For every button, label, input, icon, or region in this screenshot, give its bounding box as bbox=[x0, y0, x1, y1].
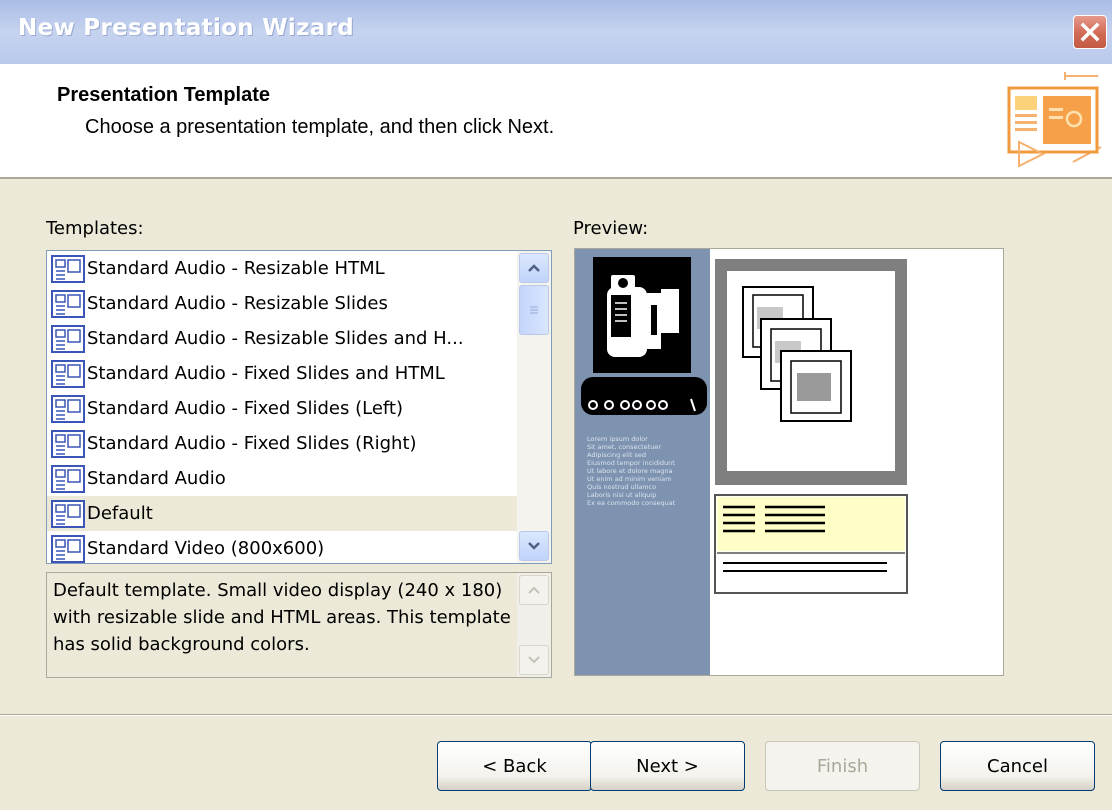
list-item-label: Standard Audio - Fixed Slides (Left) bbox=[87, 398, 404, 419]
scroll-down-button[interactable] bbox=[519, 531, 549, 561]
template-icon bbox=[51, 499, 85, 528]
templates-scrollbar[interactable] bbox=[517, 251, 551, 563]
template-icon bbox=[51, 534, 85, 563]
template-preview: Lorem ipsum dolor Sit amet, consectetuer… bbox=[574, 248, 1004, 676]
description-scrollbar bbox=[517, 573, 551, 677]
svg-text:Quis nostrud ullamco: Quis nostrud ullamco bbox=[587, 483, 656, 491]
list-item[interactable]: Standard Audio - Resizable Slides and H.… bbox=[47, 321, 517, 356]
presentation-icon bbox=[1007, 72, 1102, 168]
svg-text:Lorem ipsum dolor: Lorem ipsum dolor bbox=[587, 435, 648, 443]
list-item-label: Default bbox=[87, 503, 153, 524]
scroll-up-button[interactable] bbox=[519, 253, 549, 283]
chevron-up-icon bbox=[528, 586, 540, 594]
scroll-up-button-disabled bbox=[519, 575, 549, 605]
next-button[interactable]: Next > bbox=[590, 741, 745, 791]
step-subtitle: Choose a presentation template, and then… bbox=[85, 116, 555, 138]
svg-text:Ut labore et dolore magna: Ut labore et dolore magna bbox=[587, 467, 673, 475]
list-item-label: Standard Audio - Resizable Slides bbox=[87, 293, 388, 314]
list-item[interactable]: Standard Audio - Fixed Slides (Left) bbox=[47, 391, 517, 426]
finish-button: Finish bbox=[765, 741, 920, 791]
svg-text:Ut enim ad minim veniam: Ut enim ad minim veniam bbox=[587, 475, 671, 483]
list-item-label: Standard Audio - Resizable HTML bbox=[87, 258, 385, 279]
template-icon bbox=[51, 429, 85, 458]
scroll-down-button-disabled bbox=[519, 645, 549, 675]
svg-text:Adipiscing elit sed: Adipiscing elit sed bbox=[587, 451, 646, 459]
back-button[interactable]: < Back bbox=[437, 741, 592, 791]
list-item[interactable]: Standard Audio - Resizable HTML bbox=[47, 251, 517, 286]
list-item[interactable]: Standard Audio - Resizable Slides bbox=[47, 286, 517, 321]
svg-text:Sit amet, consectetuer: Sit amet, consectetuer bbox=[587, 443, 661, 451]
footer-divider bbox=[0, 714, 1112, 716]
grip-icon bbox=[530, 306, 538, 314]
svg-text:Eiusmod tempor incididunt: Eiusmod tempor incididunt bbox=[587, 459, 675, 467]
template-icon bbox=[51, 394, 85, 423]
wizard-header: Presentation Template Choose a presentat… bbox=[0, 64, 1112, 179]
description-text: Default template. Small video display (2… bbox=[53, 580, 511, 655]
list-item-label: Standard Audio - Fixed Slides and HTML bbox=[87, 363, 445, 384]
preview-label: Preview: bbox=[573, 218, 649, 239]
preview-image: Lorem ipsum dolor Sit amet, consectetuer… bbox=[575, 249, 908, 675]
templates-list-items: Standard Audio - Resizable HTML Standard… bbox=[47, 251, 517, 563]
chevron-down-icon bbox=[528, 542, 540, 550]
cancel-button[interactable]: Cancel bbox=[940, 741, 1095, 791]
title-bar: New Presentation Wizard bbox=[0, 0, 1112, 64]
list-item[interactable]: Standard Audio - Fixed Slides and HTML bbox=[47, 356, 517, 391]
list-item[interactable]: Standard Audio bbox=[47, 461, 517, 496]
list-item-label: Standard Audio - Resizable Slides and H.… bbox=[87, 328, 464, 349]
chevron-down-icon bbox=[528, 656, 540, 664]
list-item-label: Standard Video (800x600) bbox=[87, 538, 325, 559]
template-icon bbox=[51, 324, 85, 353]
template-icon bbox=[51, 289, 85, 318]
list-item[interactable]: Standard Audio - Fixed Slides (Right) bbox=[47, 426, 517, 461]
template-icon bbox=[51, 254, 85, 283]
window-title: New Presentation Wizard bbox=[18, 15, 355, 41]
templates-label: Templates: bbox=[46, 218, 144, 239]
list-item[interactable]: Standard Video (800x600) bbox=[47, 531, 517, 563]
step-title: Presentation Template bbox=[57, 84, 271, 106]
template-icon bbox=[51, 464, 85, 493]
scroll-thumb[interactable] bbox=[519, 285, 549, 335]
list-item-selected[interactable]: Default bbox=[47, 496, 517, 531]
template-icon bbox=[51, 359, 85, 388]
template-description: Default template. Small video display (2… bbox=[46, 572, 552, 678]
svg-text:Ex ea commodo consequat: Ex ea commodo consequat bbox=[587, 499, 676, 507]
list-item-label: Standard Audio bbox=[87, 468, 226, 489]
list-item-label: Standard Audio - Fixed Slides (Right) bbox=[87, 433, 417, 454]
chevron-up-icon bbox=[528, 264, 540, 272]
svg-text:Laboris nisi ut aliquip: Laboris nisi ut aliquip bbox=[587, 491, 656, 499]
close-icon bbox=[1080, 22, 1100, 42]
close-button[interactable] bbox=[1073, 15, 1107, 49]
templates-list[interactable]: Standard Audio - Resizable HTML Standard… bbox=[46, 250, 552, 564]
